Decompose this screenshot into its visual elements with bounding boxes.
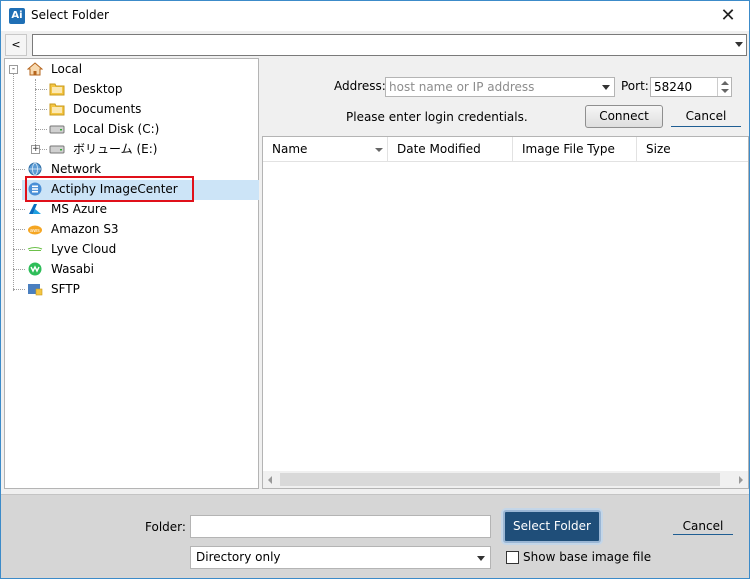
scroll-left-icon[interactable]	[268, 476, 272, 484]
scrollbar-thumb[interactable]	[280, 473, 720, 486]
aws-icon: aws	[28, 225, 42, 235]
lyve-cloud-icon	[27, 247, 43, 251]
location-tree: - + Local Desktop Documents Local Disk (…	[4, 58, 259, 489]
column-header-name[interactable]: Name	[263, 137, 388, 161]
tree-item-label: Documents	[73, 102, 142, 116]
column-header-size[interactable]: Size	[637, 137, 748, 161]
port-label: Port:	[621, 79, 649, 93]
tree-line	[35, 129, 47, 130]
tree-line	[13, 169, 25, 170]
address-combobox[interactable]: host name or IP address	[385, 77, 615, 97]
expand-toggle[interactable]: +	[31, 145, 40, 154]
svg-text:aws: aws	[30, 228, 40, 234]
filter-value: Directory only	[196, 550, 281, 564]
tree-item-desktop[interactable]: Desktop	[49, 79, 229, 99]
tree-item-label: SFTP	[51, 282, 80, 296]
tree-item-label: ボリューム (E:)	[73, 142, 158, 156]
folder-input[interactable]	[190, 515, 491, 538]
tree-item-amazon-s3[interactable]: aws Amazon S3	[27, 219, 227, 239]
connect-button[interactable]: Connect	[585, 105, 663, 128]
column-header-label: Size	[646, 142, 671, 156]
tree-line	[35, 89, 47, 90]
scroll-right-icon[interactable]	[739, 476, 743, 484]
tree-item-local[interactable]: Local	[27, 59, 227, 79]
azure-icon	[29, 204, 41, 214]
port-value: 58240	[654, 80, 693, 94]
folder-icon	[49, 83, 65, 96]
tree-item-sftp[interactable]: SFTP	[27, 279, 227, 299]
tree-line	[13, 69, 14, 291]
chevron-down-icon[interactable]	[602, 85, 610, 90]
select-folder-button[interactable]: Select Folder	[503, 510, 601, 543]
tree-line	[13, 289, 25, 290]
app-logo-icon: Ai	[9, 8, 25, 24]
tree-item-local-disk-c[interactable]: Local Disk (C:)	[49, 119, 229, 139]
column-header-label: Image File Type	[522, 142, 615, 156]
chevron-down-icon[interactable]	[477, 556, 485, 561]
tree-item-label: Amazon S3	[51, 222, 119, 236]
tree-item-wasabi[interactable]: Wasabi	[27, 259, 227, 279]
header-divider	[263, 161, 748, 162]
address-placeholder: host name or IP address	[389, 80, 535, 94]
folder-label: Folder:	[145, 520, 186, 534]
drive-icon	[49, 125, 65, 134]
file-list: Name Date Modified Image File Type Size	[262, 136, 749, 489]
tree-line	[13, 269, 25, 270]
back-button[interactable]: <	[5, 34, 27, 56]
folder-icon	[49, 103, 65, 116]
horizontal-scrollbar[interactable]	[263, 471, 748, 488]
tree-item-volume-e[interactable]: ボリューム (E:)	[49, 139, 229, 159]
show-base-label: Show base image file	[523, 550, 652, 564]
address-label: Address:	[334, 79, 386, 93]
home-icon	[27, 62, 43, 76]
footer-bar: Folder: Directory only Select Folder Sho…	[1, 494, 749, 578]
path-bar: <	[5, 34, 747, 56]
spin-up-icon[interactable]	[721, 81, 729, 85]
title-bar: Ai Select Folder ✕	[1, 1, 749, 31]
tree-item-lyve-cloud[interactable]: Lyve Cloud	[27, 239, 227, 259]
tree-line	[13, 229, 25, 230]
window-title: Select Folder	[31, 8, 109, 22]
connection-cancel-button[interactable]: Cancel	[671, 107, 741, 127]
tree-line	[35, 109, 47, 110]
tree-item-label: Lyve Cloud	[51, 242, 117, 256]
close-button[interactable]: ✕	[713, 3, 743, 29]
spin-down-icon[interactable]	[721, 89, 729, 93]
collapse-toggle[interactable]: -	[9, 65, 18, 74]
highlight-box	[25, 176, 194, 202]
cancel-button[interactable]: Cancel	[673, 518, 733, 535]
filter-combobox[interactable]: Directory only	[190, 546, 491, 569]
tree-item-label: Local	[51, 62, 83, 76]
tree-item-documents[interactable]: Documents	[49, 99, 229, 119]
column-header-date-modified[interactable]: Date Modified	[388, 137, 513, 161]
tree-item-ms-azure[interactable]: MS Azure	[27, 199, 227, 219]
port-spinner[interactable]	[717, 78, 731, 96]
column-header-image-file-type[interactable]: Image File Type	[513, 137, 637, 161]
show-base-checkbox[interactable]	[506, 551, 519, 564]
select-folder-dialog: Ai Select Folder ✕ < - + Local Desktop D…	[0, 0, 750, 579]
chevron-down-icon[interactable]	[735, 42, 743, 47]
tree-item-label: Desktop	[73, 82, 123, 96]
column-header-label: Name	[272, 142, 308, 156]
sort-arrow-icon	[375, 148, 383, 152]
credentials-message: Please enter login credentials.	[346, 110, 528, 124]
tree-item-label: Local Disk (C:)	[73, 122, 160, 136]
port-spinbox[interactable]: 58240	[650, 77, 732, 97]
sftp-icon	[28, 284, 43, 296]
path-combobox[interactable]	[32, 34, 747, 56]
network-globe-icon	[28, 162, 42, 176]
wasabi-icon	[28, 262, 42, 276]
drive-icon	[49, 145, 65, 154]
tree-item-label: Wasabi	[51, 262, 95, 276]
column-header-label: Date Modified	[397, 142, 481, 156]
right-pane: Address: host name or IP address Port: 5…	[261, 58, 749, 489]
tree-item-label: MS Azure	[51, 202, 107, 216]
tree-line	[13, 249, 25, 250]
tree-line	[13, 209, 25, 210]
